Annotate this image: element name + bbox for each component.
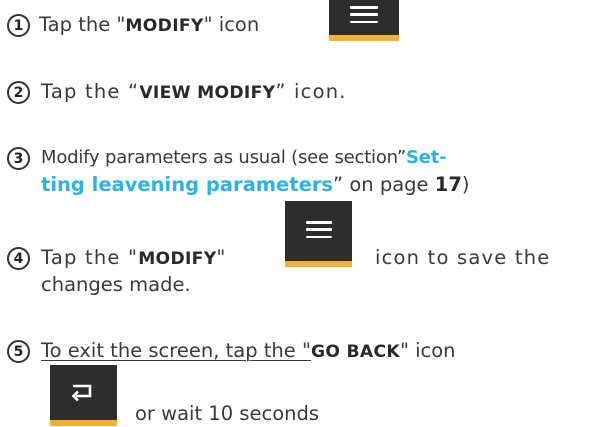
section-link-part-1[interactable]: Set-: [406, 147, 447, 168]
step-3-text: Modify parameters as usual (see section”: [41, 147, 407, 168]
step-number-2: 2: [7, 81, 30, 104]
menu-icon: [350, 6, 378, 23]
step-2-text-after: ” icon.: [275, 80, 347, 103]
step-1-text: Tap the "MODIFY" icon: [39, 12, 259, 39]
step-2-text-before: Tap the “: [41, 80, 140, 103]
step-4-line-2: changes made.: [41, 273, 191, 296]
menu-icon: [305, 221, 332, 238]
section-link-part-2[interactable]: ting leavening parameters: [41, 173, 333, 196]
step-5-keyword: GO BACK: [310, 342, 400, 362]
step-1-keyword: MODIFY: [125, 16, 204, 36]
step-3-line-2: ting leavening parameters” on page 17): [41, 172, 470, 198]
step-2-text: Tap the “VIEW MODIFY” icon.: [41, 79, 347, 106]
modify-save-icon-button[interactable]: [285, 201, 352, 267]
step-5-text-before: To exit the screen, tap the ": [41, 339, 311, 362]
go-back-icon-button[interactable]: [50, 365, 117, 426]
step-4-text-after: ": [216, 246, 227, 269]
step-3-page-text: ” on page: [333, 173, 435, 196]
step-5-text: To exit the screen, tap the "GO BACK" ic…: [41, 338, 456, 365]
step-1-text-after: " icon: [203, 13, 260, 36]
step-4-text: Tap the "MODIFY": [41, 245, 227, 272]
step-5-text-after: " icon: [399, 339, 456, 362]
step-number-4: 4: [7, 247, 30, 270]
step-4-keyword: MODIFY: [138, 249, 217, 269]
step-number-1: 1: [7, 14, 30, 37]
return-arrow-icon: [71, 384, 92, 402]
step-number-3: 3: [7, 147, 30, 170]
step-number-5: 5: [7, 340, 30, 363]
page-number: 17: [434, 173, 462, 196]
step-5-line-2: or wait 10 seconds: [135, 402, 320, 425]
modify-menu-icon-button[interactable]: [329, 0, 399, 41]
step-4-text-right: icon to save the: [375, 246, 551, 269]
step-4-text-before: Tap the ": [41, 246, 139, 269]
step-3-close-paren: ): [461, 173, 470, 196]
step-3-line-1: Modify parameters as usual (see section”…: [41, 145, 447, 171]
step-2-keyword: VIEW MODIFY: [139, 83, 276, 103]
step-1-text-before: Tap the ": [39, 13, 126, 36]
